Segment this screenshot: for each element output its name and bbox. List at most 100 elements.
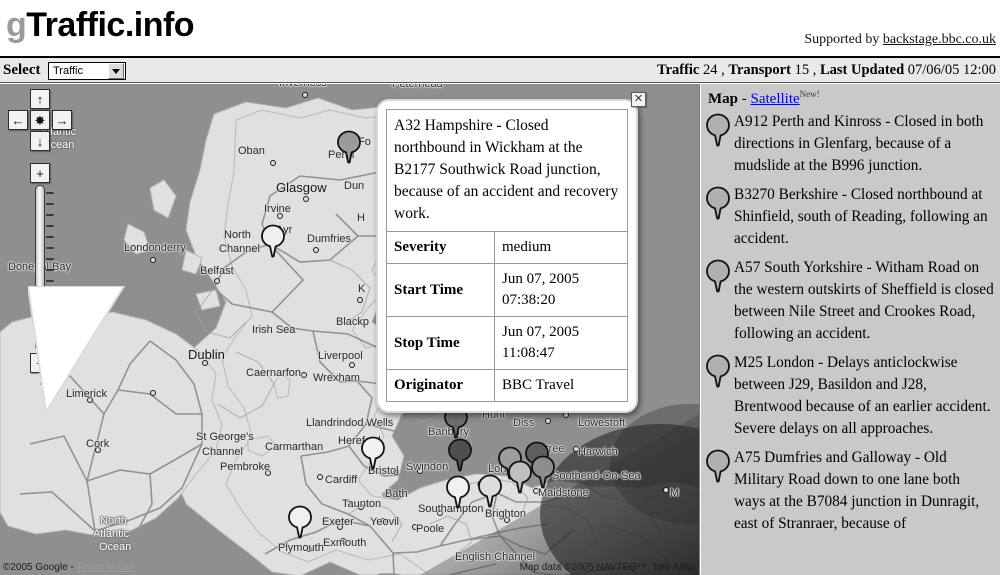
list-item[interactable]: A75 Dumfries and Galloway - Old Military… — [701, 446, 1000, 541]
incident-pin-icon[interactable] — [705, 354, 731, 388]
supported-by-prefix: Supported by — [804, 32, 883, 47]
city-marker-dot — [270, 160, 276, 166]
toolbar: Select Traffic Traffic 24 , Transport 15… — [0, 56, 1000, 83]
map-data-attribution: Map data ©2005 NAVTEQ™, Tele Atlas — [519, 562, 695, 573]
popup-detail-key: Originator — [386, 369, 495, 402]
city-marker-dot — [337, 524, 343, 530]
zoom-slider-tick — [46, 258, 54, 260]
city-marker-dot — [302, 92, 308, 98]
popup-details-table: Severity medium Start Time Jun 07, 2005 07:… — [386, 231, 628, 402]
popup-detail-row: Stop Time Jun 07, 2005 11:08:47 — [386, 316, 628, 370]
city-marker-dot — [394, 490, 400, 496]
city-marker-dot — [150, 257, 156, 263]
city-marker-dot — [150, 390, 156, 396]
map-incident-pin[interactable] — [260, 224, 286, 258]
city-marker-dot — [663, 487, 669, 493]
city-marker-dot — [380, 518, 386, 524]
zoom-slider-tick — [46, 269, 54, 271]
city-marker-dot — [573, 446, 579, 452]
city-marker-dot — [357, 297, 363, 303]
status-sep-1: , — [717, 62, 729, 78]
city-marker-dot — [265, 470, 271, 476]
popup-detail-row: Start Time Jun 07, 2005 07:38:20 — [386, 263, 628, 317]
gtraffic-app: gTraffic.info Supported by backstage.bbc… — [0, 0, 1000, 575]
popup-detail-key: Start Time — [386, 263, 495, 317]
feed-type-select-value: Traffic — [53, 65, 83, 77]
chevron-down-icon[interactable] — [108, 63, 124, 79]
terms-of-use-link[interactable]: Terms of Use — [76, 562, 135, 573]
zoom-slider-tick — [46, 280, 54, 282]
close-icon[interactable]: ✕ — [631, 92, 646, 107]
pan-left-button[interactable]: ← — [8, 110, 28, 130]
satellite-view-link[interactable]: Satellite — [751, 91, 800, 107]
incident-pin-icon[interactable] — [705, 259, 731, 293]
new-badge: New! — [799, 89, 820, 99]
zoom-slider-tick — [46, 236, 54, 238]
city-marker-dot — [303, 196, 309, 202]
popup-description: A32 Hampshire - Closed northbound in Wic… — [386, 109, 628, 231]
incident-pin-icon[interactable] — [705, 186, 731, 220]
popup-container: ✕ A32 Hampshire - Closed northbound in W… — [376, 92, 646, 413]
city-marker-dot — [358, 504, 364, 510]
logo-title: Traffic.info — [26, 6, 195, 44]
city-marker-dot — [545, 418, 551, 424]
zoom-slider-tick — [46, 203, 54, 205]
zoom-in-button[interactable]: + — [30, 163, 50, 183]
list-item[interactable]: M25 London - Delays anticlockwise betwee… — [701, 351, 1000, 446]
map-incident-pin[interactable] — [447, 438, 473, 472]
city-marker-dot — [393, 469, 399, 475]
incident-description: A75 Dumfries and Galloway - Old Military… — [734, 449, 980, 533]
feed-type-select[interactable]: Traffic — [48, 62, 126, 80]
city-marker-dot — [504, 517, 510, 523]
map-type-separator: - — [738, 91, 751, 107]
map-incident-pin[interactable] — [287, 505, 313, 539]
incident-list: A912 Perth and Kinross - Closed in both … — [701, 110, 1000, 541]
pan-up-button[interactable]: ↑ — [30, 89, 50, 109]
traffic-count-label: Traffic — [656, 62, 700, 78]
map-incident-pin[interactable] — [360, 436, 386, 470]
list-item[interactable]: B3270 Berkshire - Closed northbound at S… — [701, 183, 1000, 256]
city-marker-dot — [417, 468, 423, 474]
map-incident-pin[interactable] — [477, 474, 503, 508]
city-marker-dot — [437, 510, 443, 516]
map-view-label[interactable]: Map — [708, 91, 738, 107]
map-incident-pin[interactable] — [445, 475, 471, 509]
list-item[interactable]: A912 Perth and Kinross - Closed in both … — [701, 110, 1000, 183]
incident-pin-icon[interactable] — [705, 113, 731, 147]
popup-detail-value: Jun 07, 2005 07:38:20 — [494, 263, 628, 317]
popup-detail-key: Severity — [386, 231, 495, 264]
pan-down-button[interactable]: ↓ — [30, 131, 50, 151]
incident-description: A57 South Yorkshire - Witham Road on the… — [734, 259, 994, 343]
list-item[interactable]: A57 South Yorkshire - Witham Road on the… — [701, 256, 1000, 351]
google-copyright: ©2005 Google - — [3, 562, 77, 573]
city-marker-dot — [202, 360, 208, 366]
map-incident-pin[interactable] — [336, 130, 362, 164]
center-map-button[interactable]: ✸ — [30, 110, 50, 130]
city-marker-dot — [95, 447, 101, 453]
zoom-slider-tick — [46, 214, 54, 216]
last-updated-value: 07/06/05 12:00 — [907, 62, 996, 78]
popup-detail-value: BBC Travel — [494, 369, 628, 402]
google-attribution: ©2005 Google - Terms of Use — [3, 562, 135, 573]
city-marker-dot — [214, 278, 220, 284]
city-marker-dot — [301, 372, 307, 378]
popup-detail-value: Jun 07, 2005 11:08:47 — [494, 316, 628, 370]
incident-pin-icon[interactable] — [705, 449, 731, 483]
last-updated-label: Last Updated — [819, 62, 905, 78]
incident-list-sidebar[interactable]: Map - SatelliteNew! A912 Perth and Kinro… — [701, 84, 1000, 575]
zoom-slider-tick — [46, 225, 54, 227]
city-marker-dot — [277, 213, 283, 219]
pan-right-button[interactable]: → — [52, 110, 72, 130]
city-marker-dot — [340, 538, 346, 544]
map-type-switcher: Map - SatelliteNew! — [701, 84, 1000, 110]
popup-detail-value: medium — [494, 231, 628, 264]
city-marker-dot — [349, 362, 355, 368]
traffic-count-value: 24 — [703, 62, 718, 78]
traffic-incident-popup[interactable]: ✕ A32 Hampshire - Closed northbound in W… — [376, 92, 646, 413]
city-marker-dot — [317, 474, 323, 480]
backstage-bbc-link[interactable]: backstage.bbc.co.uk — [883, 32, 996, 47]
select-label: Select — [3, 62, 41, 78]
map-incident-pin[interactable] — [530, 455, 556, 489]
city-marker-dot — [306, 546, 312, 552]
status-summary: Traffic 24 , Transport 15 , Last Updated… — [657, 62, 996, 79]
